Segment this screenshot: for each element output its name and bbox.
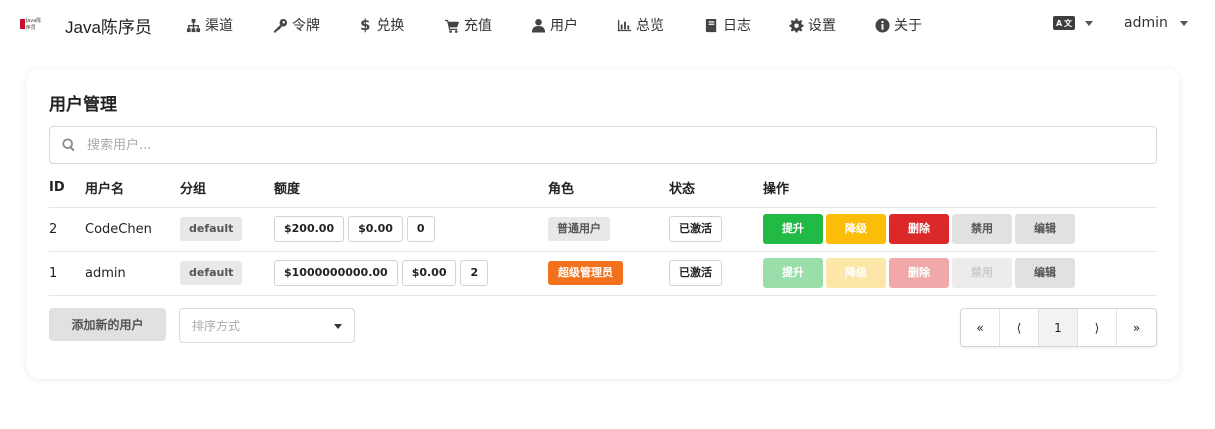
user-id: 1 (49, 251, 85, 296)
table-header-row: ID 用户名 分组 额度 角色 状态 操作 (49, 169, 1157, 208)
nav-label: 总览 (636, 18, 664, 34)
user-name: CodeChen (85, 207, 180, 252)
status-badge: 已激活 (669, 216, 722, 242)
add-user-button[interactable]: 添加新的用户 (49, 308, 166, 341)
chevron-down-icon (1085, 20, 1093, 26)
logo-text: Java陈序员 (25, 18, 42, 31)
sort-dropdown[interactable]: 排序方式 (179, 308, 355, 343)
used-quota: $0.00 (401, 260, 457, 286)
column-header-id[interactable]: ID (49, 169, 85, 208)
column-header-status[interactable]: 状态 (669, 169, 763, 208)
promote-button[interactable]: 提升 (763, 214, 823, 244)
remaining-quota: $1000000000.00 (274, 260, 398, 286)
gear-icon (789, 17, 804, 33)
logo[interactable]: Java陈序员 (20, 17, 46, 31)
role-badge: 普通用户 (548, 217, 610, 241)
edit-button[interactable]: 编辑 (1015, 214, 1075, 244)
user-name: admin (85, 251, 180, 296)
user-management-card: 用户管理 ID 用户名 分组 额度 角色 状态 操作 2 CodeChen de… (27, 69, 1179, 379)
promote-button-disabled: 提升 (763, 258, 823, 288)
info-icon (875, 17, 890, 33)
used-quota: $0.00 (348, 216, 403, 242)
nav-users[interactable]: 用户 (531, 15, 578, 35)
search-input[interactable] (87, 137, 1087, 153)
nav-settings[interactable]: 设置 (789, 15, 836, 35)
request-count: 2 (460, 260, 489, 286)
page-first-button[interactable]: « (961, 309, 1000, 346)
edit-button[interactable]: 编辑 (1015, 258, 1075, 288)
users-table: ID 用户名 分组 额度 角色 状态 操作 2 CodeChen default… (49, 169, 1157, 296)
brand-name[interactable]: Java陈序员 (65, 13, 152, 38)
nav-redeem[interactable]: $ 兑换 (360, 15, 404, 35)
nav-label: 关于 (894, 18, 922, 34)
nav-topup[interactable]: 充值 (445, 15, 492, 35)
nav-logs[interactable]: 日志 (704, 15, 751, 35)
nav-label: 充值 (464, 18, 492, 34)
nav-label: 用户 (550, 18, 578, 34)
chevron-down-icon (1179, 20, 1188, 26)
pagination: « ⟨ 1 ⟩ » (960, 308, 1157, 347)
nav-label: 日志 (723, 18, 751, 34)
search-icon (62, 138, 75, 152)
user-id: 2 (49, 207, 85, 252)
user-name: admin (1124, 15, 1168, 31)
sitemap-icon (186, 18, 201, 32)
disable-button[interactable]: 禁用 (952, 214, 1012, 244)
demote-button-disabled: 降级 (826, 258, 886, 288)
table-row: 1 admin default $1000000000.00 $0.00 2 超级管… (49, 251, 1157, 296)
nav-label: 令牌 (292, 18, 320, 34)
remaining-quota: $200.00 (274, 216, 345, 242)
column-header-role[interactable]: 角色 (548, 169, 669, 208)
chevron-down-icon (334, 324, 342, 329)
nav-channels[interactable]: 渠道 (186, 15, 233, 35)
column-header-group[interactable]: 分组 (180, 169, 274, 208)
table-row: 2 CodeChen default $200.00 $0.00 0 普通用户 已激… (49, 207, 1157, 252)
group-badge: default (180, 261, 243, 285)
book-icon (705, 18, 717, 32)
search-box[interactable] (49, 126, 1157, 164)
language-icon: A文 (1053, 16, 1075, 30)
page-number-button[interactable]: 1 (1039, 309, 1078, 346)
role-badge: 超级管理员 (548, 261, 623, 285)
nav-dashboard[interactable]: 总览 (617, 15, 664, 35)
column-header-username[interactable]: 用户名 (85, 169, 180, 208)
sort-placeholder: 排序方式 (192, 319, 241, 333)
user-icon (531, 18, 546, 33)
cart-icon (445, 19, 460, 33)
nav-about[interactable]: 关于 (875, 15, 922, 35)
request-count: 0 (406, 216, 435, 242)
column-header-quota[interactable]: 额度 (274, 169, 548, 208)
demote-button[interactable]: 降级 (826, 214, 886, 244)
nav-label: 渠道 (205, 18, 233, 34)
page-prev-button[interactable]: ⟨ (1000, 309, 1039, 346)
nav-label: 兑换 (376, 18, 405, 34)
language-switcher[interactable]: A文 (1053, 16, 1093, 30)
nav-tokens[interactable]: 令牌 (273, 15, 320, 35)
top-navbar: Java陈序员 Java陈序员 渠道 令牌 $ 兑换 充值 用户 总览 日志 设… (0, 0, 1215, 50)
group-badge: default (180, 217, 243, 241)
dollar-icon: $ (360, 16, 371, 34)
nav-label: 设置 (808, 18, 836, 34)
page-last-button[interactable]: » (1117, 309, 1156, 346)
page-title: 用户管理 (49, 95, 117, 115)
column-header-actions: 操作 (763, 169, 1157, 208)
logo-mark (20, 19, 25, 29)
user-menu[interactable]: admin (1124, 15, 1188, 31)
page-next-button[interactable]: ⟩ (1078, 309, 1117, 346)
key-icon (273, 18, 288, 33)
chart-icon (617, 19, 632, 31)
disable-button-disabled: 禁用 (952, 258, 1012, 288)
delete-button-disabled: 删除 (889, 258, 949, 288)
delete-button[interactable]: 删除 (889, 214, 949, 244)
status-badge: 已激活 (669, 260, 722, 286)
